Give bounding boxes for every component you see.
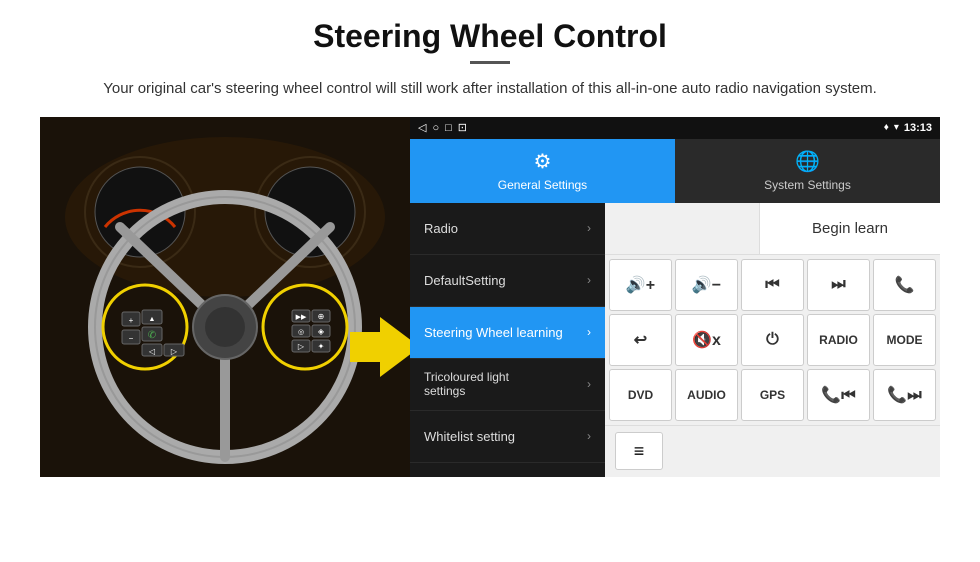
svg-text:◁: ◁: [149, 347, 156, 356]
android-ui: ◁ ○ □ ⊡ ♦ ▾ 13:13 ⚙ General Settings: [410, 117, 940, 477]
menu-item-whitelist-label: Whitelist setting: [424, 429, 515, 444]
svg-text:+: +: [129, 316, 134, 325]
hang-up-button[interactable]: ↩: [609, 314, 672, 366]
svg-text:✦: ✦: [318, 342, 325, 351]
globe-icon: 🌐: [795, 149, 820, 174]
menu-list: Radio › DefaultSetting › Steering Wheel …: [410, 203, 605, 477]
audio-button[interactable]: AUDIO: [675, 369, 738, 421]
screenshot-icon[interactable]: ⊡: [458, 121, 467, 134]
menu-item-radio-label: Radio: [424, 221, 458, 236]
back-icon[interactable]: ◁: [418, 121, 426, 134]
page-title: Steering Wheel Control: [40, 18, 940, 55]
gps-button[interactable]: GPS: [741, 369, 804, 421]
menu-item-steering[interactable]: Steering Wheel learning ›: [410, 307, 605, 359]
svg-text:−: −: [129, 334, 134, 343]
menu-item-steering-label: Steering Wheel learning: [424, 325, 563, 340]
chevron-icon: ›: [587, 273, 591, 287]
call-next-button[interactable]: 📞⏭: [873, 369, 936, 421]
home-icon[interactable]: ○: [432, 122, 439, 134]
mute-icon: 🔇x: [692, 330, 721, 350]
vol-down-icon: 🔊−: [692, 275, 721, 295]
page-subtitle: Your original car's steering wheel contr…: [40, 78, 940, 101]
tab-general[interactable]: ⚙ General Settings: [410, 139, 675, 203]
menu-item-tricoloured-label: Tricoloured lightsettings: [424, 370, 509, 398]
whitelist-row: ≡: [605, 425, 940, 477]
call-prev-button[interactable]: 📞⏮: [807, 369, 870, 421]
svg-text:▷: ▷: [298, 342, 305, 351]
whitelist-icon: ≡: [634, 441, 645, 462]
tab-general-label: General Settings: [498, 178, 587, 192]
top-row-blank: [605, 203, 760, 254]
chevron-icon: ›: [587, 221, 591, 235]
control-panel: Begin learn 🔊+ 🔊−: [605, 203, 940, 477]
recent-icon[interactable]: □: [445, 122, 452, 134]
prev-track-icon: ⏮: [765, 276, 779, 294]
audio-label: AUDIO: [687, 388, 726, 402]
top-row: Begin learn: [605, 203, 940, 255]
vol-up-icon: 🔊+: [626, 275, 655, 295]
signal-icon: ▾: [894, 122, 899, 133]
menu-item-defaultsetting[interactable]: DefaultSetting ›: [410, 255, 605, 307]
mode-button[interactable]: MODE: [873, 314, 936, 366]
svg-text:▲: ▲: [149, 316, 156, 323]
svg-text:▶▶: ▶▶: [296, 314, 307, 321]
svg-text:⊕: ⊕: [318, 312, 325, 321]
controls-grid: 🔊+ 🔊− ⏮ ⏭ 📞: [605, 255, 940, 425]
chevron-icon: ›: [587, 429, 591, 443]
ctrl-row-3: DVD AUDIO GPS 📞⏮: [609, 369, 936, 421]
content-area: + − ▲ ✆ ◁ ▷: [40, 117, 940, 477]
whitelist-icon-button[interactable]: ≡: [615, 432, 663, 470]
gps-label: GPS: [760, 388, 785, 402]
svg-text:◎: ◎: [298, 329, 304, 336]
chevron-icon: ›: [587, 325, 591, 339]
tab-system[interactable]: 🌐 System Settings: [675, 139, 940, 203]
menu-area: Radio › DefaultSetting › Steering Wheel …: [410, 203, 940, 477]
radio-label: RADIO: [819, 333, 858, 347]
menu-item-defaultsetting-label: DefaultSetting: [424, 273, 506, 288]
dvd-label: DVD: [628, 388, 653, 402]
next-track-button[interactable]: ⏭: [807, 259, 870, 311]
vol-down-button[interactable]: 🔊−: [675, 259, 738, 311]
title-divider: [470, 61, 510, 64]
ctrl-row-2: ↩ 🔇x ⏻ RADIO MO: [609, 314, 936, 366]
svg-text:◈: ◈: [318, 327, 325, 336]
status-icons: ◁ ○ □ ⊡: [418, 121, 467, 134]
status-time: 13:13: [904, 122, 932, 134]
gps-icon: ♦: [884, 122, 889, 133]
call-next-icon: 📞⏭: [887, 385, 921, 405]
mode-label: MODE: [887, 333, 923, 347]
gear-icon: ⚙: [534, 149, 552, 174]
tab-system-label: System Settings: [764, 178, 851, 192]
power-icon: ⏻: [766, 331, 779, 349]
call-prev-icon: 📞⏮: [821, 385, 855, 405]
chevron-icon: ›: [587, 377, 591, 391]
steering-wheel-image: + − ▲ ✆ ◁ ▷: [40, 117, 410, 477]
top-tabs: ⚙ General Settings 🌐 System Settings: [410, 139, 940, 203]
power-button[interactable]: ⏻: [741, 314, 804, 366]
menu-item-tricoloured[interactable]: Tricoloured lightsettings ›: [410, 359, 605, 411]
prev-track-button[interactable]: ⏮: [741, 259, 804, 311]
ctrl-row-1: 🔊+ 🔊− ⏮ ⏭ 📞: [609, 259, 936, 311]
mute-button[interactable]: 🔇x: [675, 314, 738, 366]
next-track-icon: ⏭: [831, 276, 845, 294]
svg-text:▷: ▷: [171, 347, 178, 356]
radio-button[interactable]: RADIO: [807, 314, 870, 366]
begin-learn-button[interactable]: Begin learn: [760, 203, 940, 254]
vol-up-button[interactable]: 🔊+: [609, 259, 672, 311]
phone-icon: 📞: [895, 275, 915, 295]
dvd-button[interactable]: DVD: [609, 369, 672, 421]
status-bar: ◁ ○ □ ⊡ ♦ ▾ 13:13: [410, 117, 940, 139]
svg-text:✆: ✆: [148, 330, 156, 341]
hang-up-icon: ↩: [634, 330, 647, 350]
call-button[interactable]: 📞: [873, 259, 936, 311]
menu-item-whitelist[interactable]: Whitelist setting ›: [410, 411, 605, 463]
menu-item-radio[interactable]: Radio ›: [410, 203, 605, 255]
